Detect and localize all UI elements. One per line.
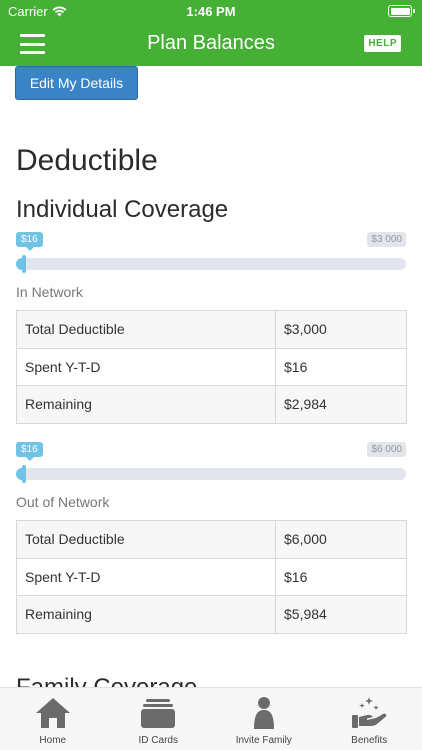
tab-invite-family[interactable]: Invite Family	[211, 688, 317, 750]
row-label: Spent Y-T-D	[16, 347, 276, 386]
hamburger-menu-icon[interactable]	[20, 34, 45, 54]
main-content: Edit My Details Deductible Individual Co…	[0, 66, 422, 687]
row-value: $3,000	[275, 310, 407, 349]
id-cards-icon	[141, 699, 176, 728]
tab-home[interactable]: Home	[0, 688, 106, 750]
row-value: $16	[275, 557, 407, 596]
tab-label: ID Cards	[138, 735, 178, 746]
status-bar: Carrier 1:46 PM	[0, 0, 422, 22]
deductible-heading: Deductible	[16, 144, 158, 177]
progress-handle	[22, 465, 26, 483]
spent-bubble: $16	[16, 442, 43, 461]
row-label: Total Deductible	[16, 520, 276, 559]
table-row: Remaining $5,984	[16, 595, 407, 634]
individual-coverage-heading: Individual Coverage	[16, 196, 229, 223]
out-of-network-progress: $16 $6 000	[16, 442, 406, 483]
table-row: Spent Y-T-D $16	[16, 557, 407, 596]
help-button[interactable]: HELP	[364, 35, 401, 52]
out-of-network-table: Total Deductible $6,000 Spent Y-T-D $16 …	[16, 520, 407, 634]
row-label: Total Deductible	[16, 310, 276, 349]
tab-label: Home	[39, 735, 67, 746]
progress-track	[16, 258, 406, 270]
page-title: Plan Balances	[147, 32, 275, 54]
clock: 1:46 PM	[186, 4, 236, 19]
in-network-table: Total Deductible $3,000 Spent Y-T-D $16 …	[16, 310, 407, 424]
tab-bar: Home ID Cards Invite Family Benefits	[0, 687, 422, 750]
tab-label: Invite Family	[235, 735, 292, 746]
max-bubble: $3 000	[367, 232, 406, 247]
progress-track	[16, 468, 406, 480]
table-row: Spent Y-T-D $16	[16, 347, 407, 386]
table-row: Remaining $2,984	[16, 385, 407, 424]
table-row: Total Deductible $6,000	[16, 520, 407, 559]
row-value: $16	[275, 347, 407, 386]
table-row: Total Deductible $3,000	[16, 310, 407, 349]
person-icon	[253, 697, 274, 729]
row-label: Remaining	[16, 595, 276, 634]
benefits-hand-icon	[352, 697, 387, 728]
tab-id-cards[interactable]: ID Cards	[106, 688, 212, 750]
out-of-network-label: Out of Network	[16, 494, 110, 510]
tab-label: Benefits	[351, 735, 388, 746]
max-bubble: $6 000	[367, 442, 406, 457]
battery-icon	[388, 5, 415, 17]
spent-bubble: $16	[16, 232, 43, 251]
tab-benefits[interactable]: Benefits	[317, 688, 422, 750]
row-label: Remaining	[16, 385, 276, 424]
in-network-label: In Network	[16, 284, 83, 300]
in-network-progress: $16 $3 000	[16, 232, 406, 273]
edit-my-details-button[interactable]: Edit My Details	[15, 66, 138, 100]
family-coverage-heading: Family Coverage	[16, 674, 197, 687]
row-value: $5,984	[275, 595, 407, 634]
row-label: Spent Y-T-D	[16, 557, 276, 596]
nav-bar: Plan Balances HELP	[0, 22, 422, 66]
home-icon	[35, 698, 70, 728]
row-value: $2,984	[275, 385, 407, 424]
row-value: $6,000	[275, 520, 407, 559]
progress-handle	[22, 255, 26, 273]
